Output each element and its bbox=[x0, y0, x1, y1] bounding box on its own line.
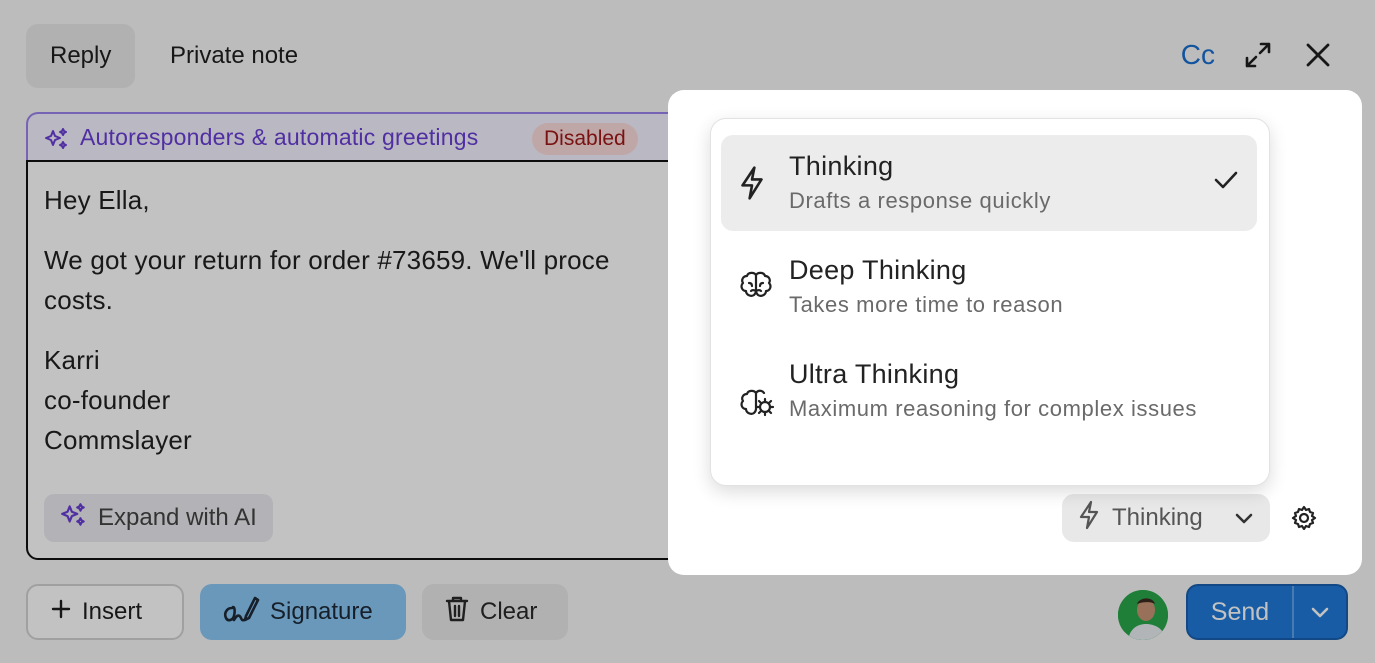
signature-label: Signature bbox=[270, 598, 373, 625]
check-icon bbox=[1213, 169, 1239, 196]
expand-label: Expand with AI bbox=[98, 504, 257, 531]
send-button-group: Send bbox=[1186, 584, 1348, 640]
send-options-button[interactable] bbox=[1294, 586, 1346, 638]
signature-button[interactable]: Signature bbox=[200, 584, 406, 640]
signature-icon bbox=[222, 592, 260, 633]
gear-icon[interactable] bbox=[1290, 504, 1318, 537]
insert-button[interactable]: Insert bbox=[26, 584, 184, 640]
header-actions: Cc bbox=[1181, 38, 1335, 72]
lightning-icon bbox=[739, 165, 765, 206]
tab-private-note[interactable]: Private note bbox=[146, 24, 322, 88]
avatar[interactable] bbox=[1118, 590, 1168, 640]
trash-icon bbox=[444, 595, 470, 630]
autoresponder-label: Autoresponders & automatic greetings bbox=[80, 124, 479, 150]
option-description: Takes more time to reason bbox=[789, 292, 1064, 317]
expand-icon[interactable] bbox=[1241, 38, 1275, 72]
lightning-icon bbox=[1078, 500, 1100, 537]
body-line-1: We got your return for order #73659. We'… bbox=[44, 245, 610, 275]
chevron-down-icon bbox=[1234, 504, 1254, 532]
body-line-2: costs. bbox=[44, 285, 114, 315]
option-description: Maximum reasoning for complex issues bbox=[789, 396, 1197, 421]
menu-option-thinking[interactable]: Thinking Drafts a response quickly bbox=[721, 135, 1257, 231]
menu-option-deep-thinking[interactable]: Deep Thinking Takes more time to reason bbox=[721, 239, 1257, 335]
plus-icon bbox=[50, 598, 72, 627]
close-icon[interactable] bbox=[1301, 38, 1335, 72]
clear-label: Clear bbox=[480, 598, 538, 625]
model-selector-panel: Thinking Thinking Drafts a response quic… bbox=[668, 90, 1362, 575]
brain-icon bbox=[739, 269, 773, 308]
cc-button[interactable]: Cc bbox=[1181, 39, 1215, 71]
model-select-label: Thinking bbox=[1112, 504, 1203, 531]
model-select-button[interactable]: Thinking bbox=[1062, 494, 1270, 542]
tab-reply[interactable]: Reply bbox=[26, 24, 136, 88]
sparkle-icon bbox=[60, 501, 88, 536]
option-title: Deep Thinking bbox=[789, 255, 967, 285]
send-button[interactable]: Send bbox=[1188, 586, 1294, 638]
insert-label: Insert bbox=[82, 598, 143, 625]
clear-button[interactable]: Clear bbox=[422, 584, 568, 640]
model-menu: Thinking Drafts a response quickly Deep … bbox=[710, 118, 1270, 486]
option-description: Drafts a response quickly bbox=[789, 188, 1051, 213]
sparkle-icon bbox=[44, 126, 70, 157]
status-badge: Disabled bbox=[532, 123, 638, 155]
option-title: Thinking bbox=[789, 151, 894, 181]
expand-with-ai-button[interactable]: Expand with AI bbox=[44, 494, 273, 542]
option-title: Ultra Thinking bbox=[789, 359, 960, 389]
menu-option-ultra-thinking[interactable]: Ultra Thinking Maximum reasoning for com… bbox=[721, 343, 1257, 473]
brain-circuit-icon bbox=[739, 387, 775, 428]
